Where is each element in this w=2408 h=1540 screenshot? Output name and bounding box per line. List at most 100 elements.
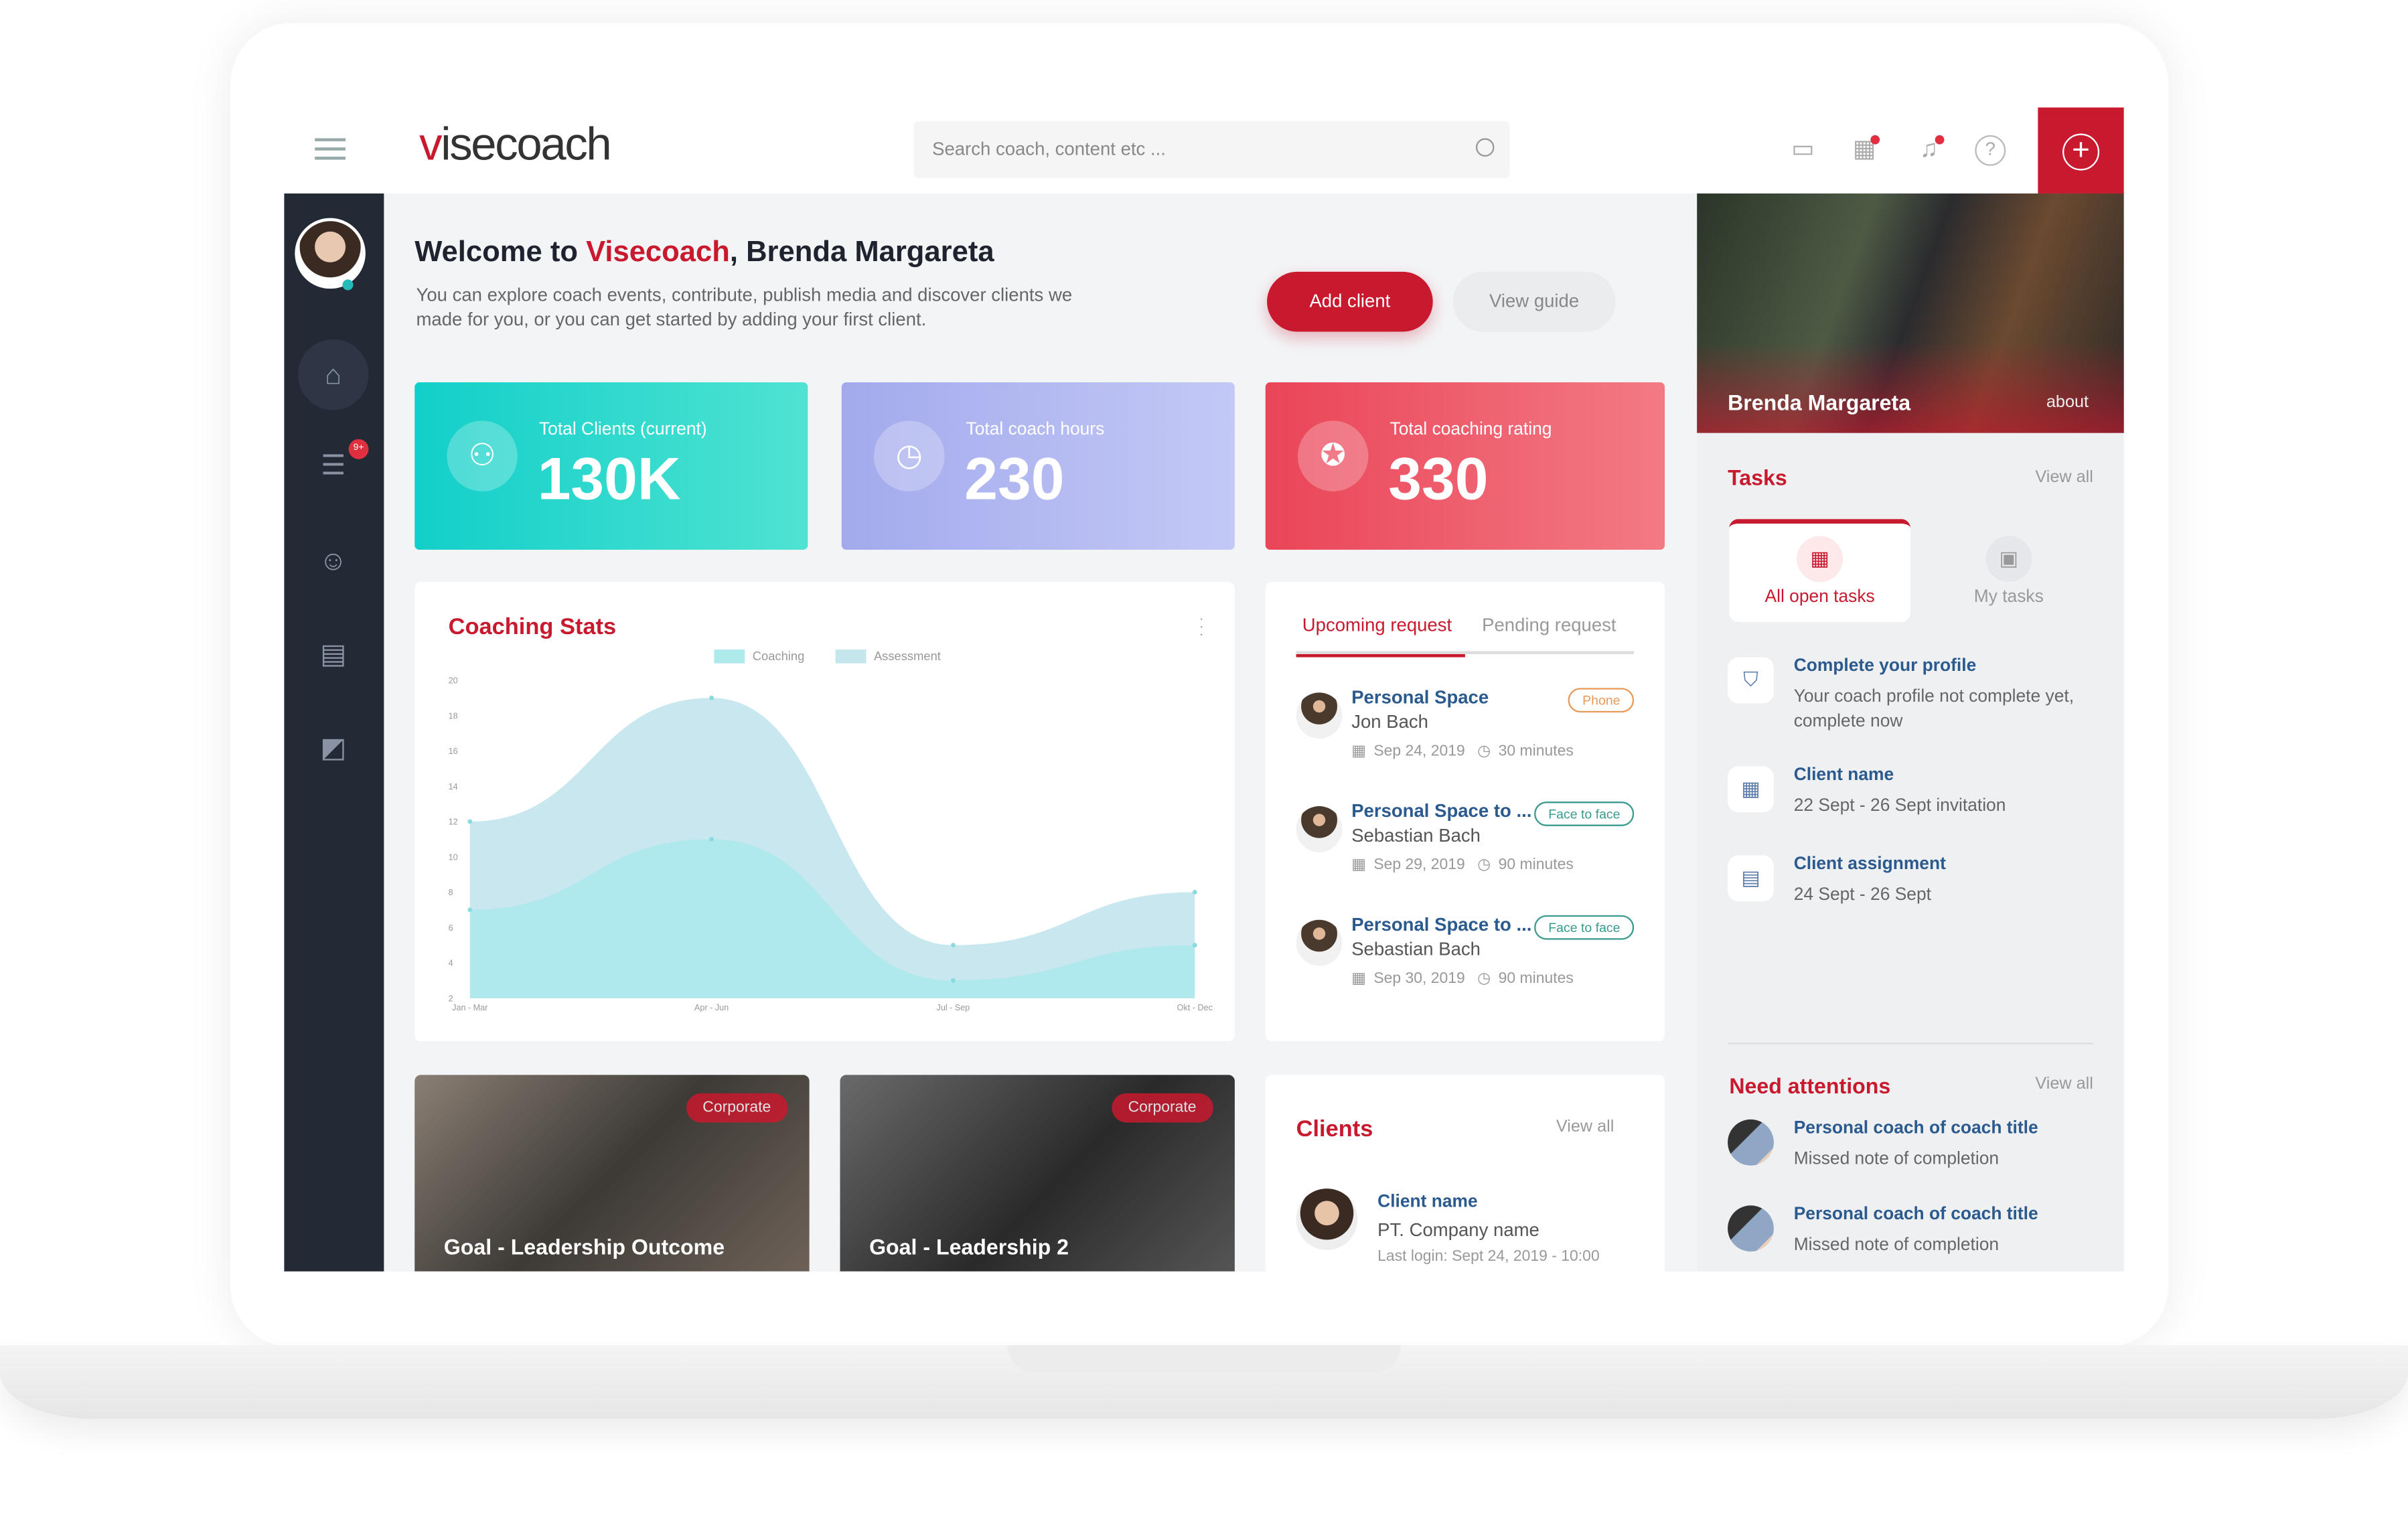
top-header: visecoach Search coach, content etc ... … — [284, 107, 2124, 194]
requests-card: Upcoming request Pending request Persona… — [1265, 582, 1665, 1041]
view-guide-button[interactable]: View guide — [1452, 271, 1616, 332]
welcome-text: You can explore coach events, contribute… — [416, 284, 1073, 331]
help-icon[interactable]: ? — [1975, 135, 2006, 166]
request-date: Sep 24, 2019 — [1373, 743, 1465, 761]
y-tick-label: 4 — [449, 959, 453, 968]
request-tabs: Upcoming request Pending request — [1296, 614, 1635, 658]
task-title[interactable]: Client name — [1794, 766, 1894, 785]
data-point — [709, 695, 714, 700]
clients-view-all-link[interactable]: View all — [1556, 1118, 1614, 1137]
attention-item[interactable]: Personal coach of coach title Missed note… — [1728, 1119, 2096, 1181]
clock-icon: ◷ — [873, 420, 945, 491]
request-meta: ▦ Sep 30, 2019 ◷ 90 minutes — [1351, 970, 1574, 987]
data-point — [709, 836, 714, 842]
tasks-view-all-link[interactable]: View all — [2035, 468, 2093, 487]
chat-icon[interactable]: ▭ — [1788, 135, 1819, 166]
client-avatar[interactable] — [1296, 1188, 1358, 1250]
x-tick-label: Jul - Sep — [937, 1003, 970, 1012]
goal-card[interactable]: Corporate Goal - Leadership 2 — [840, 1075, 1235, 1272]
award-icon: ✪ — [1297, 420, 1369, 491]
request-title[interactable]: Personal Space — [1351, 686, 1489, 708]
notification-dot — [1935, 135, 1945, 145]
goal-title: Goal - Leadership Outcome — [443, 1234, 725, 1259]
sidebar-item-home[interactable]: ⌂ — [297, 339, 369, 410]
y-tick-label: 2 — [449, 994, 453, 1003]
request-item[interactable]: Personal Space to ... Sebastian Bach Face … — [1296, 914, 1635, 1006]
app-screen: visecoach Search coach, content etc ... … — [284, 107, 2124, 1272]
attention-item[interactable]: Personal coach of coach title Missed note… — [1728, 1205, 2096, 1267]
y-tick-label: 6 — [449, 923, 453, 933]
search-input[interactable]: Search coach, content etc ... — [913, 121, 1510, 179]
task-item[interactable]: ▤ Client assignment 24 Sept - 26 Sept — [1728, 855, 2096, 917]
stat-card-hours[interactable]: ◷ Total coach hours 230 — [841, 382, 1235, 550]
sidebar-item-reports[interactable]: ◩ — [298, 712, 368, 783]
request-title[interactable]: Personal Space to ... — [1351, 914, 1531, 935]
coaching-stats-card: Coaching Stats · · · Coaching Assessment 2… — [415, 582, 1235, 1041]
user-avatar[interactable] — [295, 218, 366, 289]
calendar-icon[interactable]: ▦ — [1849, 135, 1880, 166]
client-name[interactable]: Client name — [1377, 1193, 1478, 1212]
request-meta: ▦ Sep 29, 2019 ◷ 90 minutes — [1351, 857, 1574, 874]
data-point — [950, 943, 956, 948]
clock-icon: ◷ — [1477, 743, 1491, 761]
shield-icon: ⛉ — [1728, 657, 1774, 704]
tab-all-open-tasks[interactable]: ▦ All open tasks — [1729, 519, 1910, 622]
add-client-button[interactable]: Add client — [1267, 271, 1433, 332]
data-point — [950, 978, 956, 983]
document-icon: ▤ — [320, 639, 347, 670]
clients-card: Clients View all Client name PT. Company… — [1265, 1075, 1665, 1272]
y-tick-label: 18 — [449, 711, 458, 720]
notification-badge: 9+ — [348, 439, 369, 459]
tab-upcoming-request[interactable]: Upcoming request — [1296, 614, 1465, 658]
bell-icon[interactable]: ♫ — [1914, 135, 1945, 166]
y-tick-label: 20 — [449, 676, 458, 686]
task-subtitle: 22 Sept - 26 Sept invitation — [1793, 797, 2006, 816]
attention-avatar — [1728, 1205, 1774, 1252]
task-item[interactable]: ▦ Client name 22 Sept - 26 Sept invitation — [1728, 766, 2096, 828]
notification-dot — [1870, 135, 1880, 145]
list-icon: ☰ — [321, 449, 346, 481]
x-tick-label: Jan - Mar — [452, 1003, 487, 1012]
stat-card-clients[interactable]: ⚇ Total Clients (current) 130K — [415, 382, 808, 550]
requester-avatar — [1296, 919, 1343, 966]
tab-my-tasks[interactable]: ▣ My tasks — [1918, 519, 2099, 622]
calendar-edit-icon: ▦ — [1728, 766, 1774, 813]
requester-avatar — [1296, 806, 1343, 852]
requester-name: Sebastian Bach — [1351, 824, 1481, 846]
board-icon: ▤ — [1728, 855, 1774, 902]
y-tick-label: 12 — [449, 818, 458, 827]
task-subtitle: 24 Sept - 26 Sept — [1793, 886, 1931, 905]
logo[interactable]: visecoach — [419, 120, 612, 172]
request-date: Sep 30, 2019 — [1373, 970, 1465, 988]
search-icon[interactable] — [1475, 138, 1495, 157]
attention-title[interactable]: Personal coach of coach title — [1794, 1205, 2038, 1224]
sidebar-item-documents[interactable]: ▤ — [298, 619, 368, 689]
sidebar-item-users[interactable]: ☺ — [298, 525, 368, 595]
request-item[interactable]: Personal Space to ... Sebastian Bach Face … — [1296, 800, 1635, 893]
task-title[interactable]: Client assignment — [1794, 855, 1946, 874]
stat-card-rating[interactable]: ✪ Total coaching rating 330 — [1265, 382, 1665, 550]
y-tick-label: 10 — [449, 852, 458, 862]
online-status-dot — [342, 279, 354, 291]
divider — [1728, 1043, 2093, 1045]
goal-card[interactable]: Corporate Goal - Leadership Outcome — [415, 1075, 810, 1272]
add-button[interactable]: + — [2038, 107, 2124, 194]
request-duration: 90 minutes — [1498, 856, 1574, 874]
task-icon: ▣ — [1985, 536, 2032, 583]
goal-title: Goal - Leadership 2 — [869, 1234, 1069, 1259]
about-link[interactable]: about — [2046, 393, 2089, 412]
attention-title[interactable]: Personal coach of coach title — [1794, 1120, 2038, 1138]
data-point — [1192, 890, 1197, 895]
request-item[interactable]: Personal Space Jon Bach Phone ▦ Sep 24, 2019… — [1296, 686, 1635, 779]
profile-name: Brenda Margareta — [1728, 390, 1911, 415]
menu-icon[interactable] — [315, 138, 346, 160]
attentions-view-all-link[interactable]: View all — [2035, 1075, 2093, 1093]
task-title[interactable]: Complete your profile — [1794, 658, 1977, 676]
data-point — [467, 819, 473, 824]
request-type-badge: Face to face — [1534, 801, 1635, 826]
request-duration: 90 minutes — [1498, 970, 1574, 988]
page-title: Welcome to Visecoach, Brenda Margareta — [415, 236, 994, 269]
tab-pending-request[interactable]: Pending request — [1482, 614, 1616, 654]
task-item[interactable]: ⛉ Complete your profile Your coach profile… — [1728, 657, 2096, 731]
request-title[interactable]: Personal Space to ... — [1351, 800, 1531, 822]
